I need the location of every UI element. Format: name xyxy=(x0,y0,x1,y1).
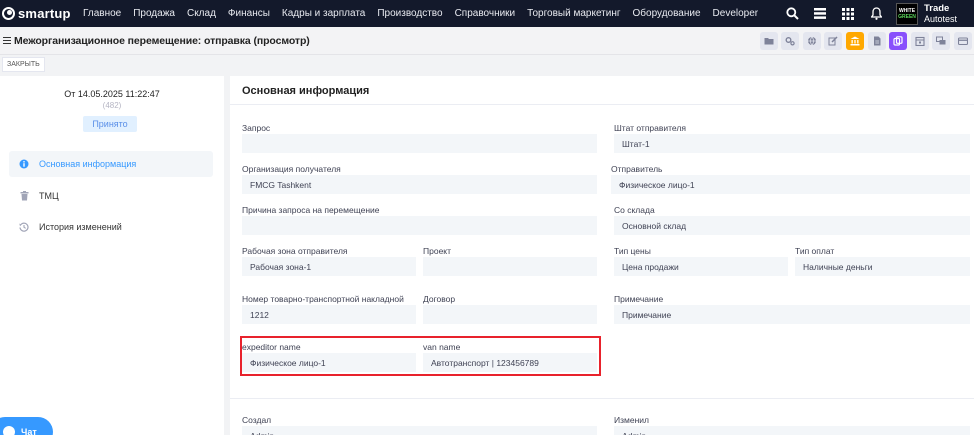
user-name: Trade xyxy=(924,2,950,14)
chat-label: Чат xyxy=(21,427,37,435)
from-warehouse-label: Со склада xyxy=(614,205,655,215)
sidebar-item-main-info[interactable]: Основная информация xyxy=(9,151,213,177)
apps-grid-icon[interactable] xyxy=(834,0,862,27)
nav-item-main[interactable]: Главное xyxy=(83,8,121,19)
top-tools: WHITE GREEN Trade Autotest xyxy=(778,0,974,27)
nav-item-warehouse[interactable]: Склад xyxy=(187,8,216,19)
action-toolbar xyxy=(756,32,972,50)
sender-field[interactable]: Физическое лицо-1 xyxy=(611,175,970,194)
section-divider xyxy=(230,398,974,399)
main-menu: Главное Продажа Склад Финансы Кадры и за… xyxy=(78,0,764,27)
close-bar: ЗАКРЫТЬ xyxy=(0,55,974,74)
bank-icon[interactable] xyxy=(846,32,865,50)
nav-item-references[interactable]: Справочники xyxy=(455,8,516,19)
status-badge: Принято xyxy=(83,116,137,132)
note-label: Примечание xyxy=(614,294,664,304)
trash-icon xyxy=(19,191,29,201)
nav-item-hr[interactable]: Кадры и зарплата xyxy=(282,8,365,19)
sidebar-item-label: История изменений xyxy=(39,222,122,232)
contract-label: Договор xyxy=(423,294,456,304)
nav-item-finance[interactable]: Финансы xyxy=(228,8,270,19)
document-icon[interactable] xyxy=(867,32,886,50)
document-number: (482) xyxy=(102,101,122,110)
sender-zone-label: Рабочая зона отправителя xyxy=(242,246,348,256)
edit-icon[interactable] xyxy=(824,32,843,50)
move-reason-label: Причина запроса на перемещение xyxy=(242,205,380,215)
copy-icon[interactable] xyxy=(889,32,908,50)
company-logo[interactable]: WHITE GREEN xyxy=(896,2,918,25)
user-org: Autotest xyxy=(924,13,958,24)
from-warehouse-field[interactable]: Основной склад xyxy=(614,216,970,235)
nav-item-sales[interactable]: Продажа xyxy=(133,8,175,19)
sender-label: Отправитель xyxy=(611,164,663,174)
contract-field[interactable] xyxy=(423,305,597,324)
nav-item-production[interactable]: Производство xyxy=(377,8,442,19)
modified-by-field[interactable]: Admin xyxy=(614,426,970,435)
page-header: Межорганизационное перемещение: отправка… xyxy=(0,27,974,55)
globe-icon[interactable] xyxy=(802,32,821,50)
project-label: Проект xyxy=(423,246,451,256)
main-panel: Основная информация Запрос Штат отправит… xyxy=(230,76,974,435)
nav-item-equipment[interactable]: Оборудование xyxy=(633,8,701,19)
bell-icon[interactable] xyxy=(862,0,890,27)
sidebar: От 14.05.2025 11:22:47 (482) Принято Осн… xyxy=(0,76,224,435)
credit-card-icon[interactable] xyxy=(954,32,972,50)
sidebar-item-label: Основная информация xyxy=(39,159,137,169)
waybill-label: Номер товарно-транспортной накладной xyxy=(242,294,404,304)
logo[interactable]: smartup xyxy=(2,6,78,21)
info-icon xyxy=(19,159,29,169)
sidebar-item-history[interactable]: История изменений xyxy=(9,214,213,240)
sender-zone-field[interactable]: Рабочая зона-1 xyxy=(242,257,416,276)
chat-icon[interactable] xyxy=(932,32,951,50)
sender-staff-label: Штат отправителя xyxy=(614,123,686,133)
created-by-label: Создал xyxy=(242,415,272,425)
user-menu[interactable]: Trade Autotest xyxy=(924,2,974,24)
receiver-org-field[interactable]: FMCG Tashkent xyxy=(242,175,597,194)
section-header: Основная информация xyxy=(230,76,974,105)
close-button[interactable]: ЗАКРЫТЬ xyxy=(2,57,45,72)
nav-item-developer[interactable]: Developer xyxy=(713,8,759,19)
price-type-field[interactable]: Цена продажи xyxy=(614,257,788,276)
calendar-icon[interactable] xyxy=(910,32,929,50)
logo-text: smartup xyxy=(18,6,71,21)
logo-icon xyxy=(2,7,15,20)
request-field[interactable] xyxy=(242,134,597,153)
created-by-field[interactable]: Admin xyxy=(242,426,597,435)
history-icon xyxy=(19,222,29,232)
project-field[interactable] xyxy=(423,257,597,276)
payment-type-label: Тип оплат xyxy=(795,246,835,256)
nav-item-trade-marketing[interactable]: Торговый маркетинг xyxy=(527,8,620,19)
waybill-field[interactable]: 1212 xyxy=(242,305,416,324)
menu-icon[interactable] xyxy=(3,35,11,46)
sidebar-item-tmc[interactable]: ТМЦ xyxy=(9,183,213,209)
folder-icon[interactable] xyxy=(759,32,778,50)
sender-staff-field[interactable]: Штат-1 xyxy=(614,134,970,153)
request-label: Запрос xyxy=(242,123,271,133)
modified-by-label: Изменил xyxy=(614,415,649,425)
document-date: От 14.05.2025 11:22:47 xyxy=(64,89,160,99)
receiver-org-label: Организация получателя xyxy=(242,164,341,174)
gears-icon[interactable] xyxy=(781,32,800,50)
chat-icon xyxy=(3,426,15,435)
company-logo-line2: GREEN xyxy=(898,13,916,20)
top-navbar: smartup Главное Продажа Склад Финансы Ка… xyxy=(0,0,974,27)
search-icon[interactable] xyxy=(778,0,806,27)
chat-button[interactable]: Чат xyxy=(0,417,53,435)
price-type-label: Тип цены xyxy=(614,246,651,256)
move-reason-field[interactable] xyxy=(242,216,597,235)
section-title: Основная информация xyxy=(242,85,370,97)
note-field[interactable]: Примечание xyxy=(614,305,970,324)
payment-type-field[interactable]: Наличные деньги xyxy=(795,257,970,276)
sidebar-item-label: ТМЦ xyxy=(39,191,59,201)
list-icon[interactable] xyxy=(806,0,834,27)
page-title: Межорганизационное перемещение: отправка… xyxy=(14,34,310,47)
highlight-box xyxy=(240,336,601,376)
